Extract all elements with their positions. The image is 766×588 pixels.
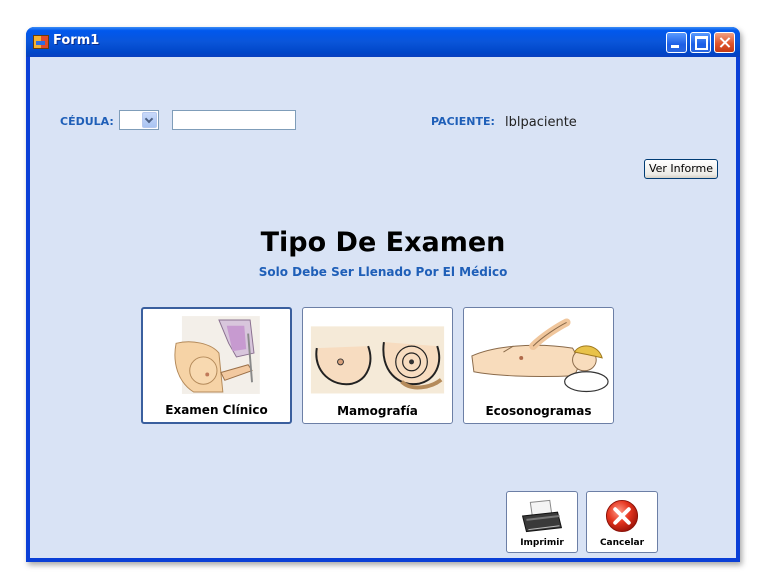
mamografia-button[interactable]: Mamografía <box>302 307 453 424</box>
close-button[interactable] <box>714 32 735 53</box>
cedula-textbox[interactable] <box>172 110 296 130</box>
page-title: Tipo De Examen <box>260 227 506 258</box>
cancel-icon <box>605 499 639 533</box>
examen-clinico-label: Examen Clínico <box>165 403 268 417</box>
page-subtitle: Solo Debe Ser Llenado Por El Médico <box>258 265 508 279</box>
cedula-label: CÉDULA: <box>60 115 114 128</box>
main-window: Form1 CÉDULA: PACIENTE: lblpaciente Ver … <box>26 27 740 562</box>
ver-informe-button[interactable]: Ver Informe <box>644 159 718 179</box>
minimize-button[interactable] <box>666 32 687 53</box>
ecosonogramas-label: Ecosonogramas <box>485 404 592 418</box>
title-bar[interactable]: Form1 <box>26 27 740 57</box>
examen-clinico-button[interactable]: Examen Clínico <box>141 307 292 424</box>
mamografia-label: Mamografía <box>337 404 418 418</box>
paciente-value: lblpaciente <box>505 115 577 130</box>
ecosonogramas-button[interactable]: Ecosonogramas <box>463 307 614 424</box>
ultrasound-icon <box>471 318 609 393</box>
cedula-combobox[interactable] <box>119 110 159 130</box>
print-button[interactable]: Imprimir <box>506 491 578 553</box>
clinical-exam-icon <box>174 316 260 394</box>
paciente-label: PACIENTE: <box>431 115 495 128</box>
printer-icon <box>521 499 563 533</box>
app-icon <box>33 35 49 49</box>
chevron-down-icon[interactable] <box>142 112 157 128</box>
mammography-icon <box>310 326 445 394</box>
maximize-button[interactable] <box>690 32 711 53</box>
cancel-button[interactable]: Cancelar <box>586 491 658 553</box>
window-title: Form1 <box>53 33 100 48</box>
form-client-area: CÉDULA: PACIENTE: lblpaciente Ver Inform… <box>30 57 736 558</box>
print-label: Imprimir <box>520 538 564 548</box>
cancel-label: Cancelar <box>599 538 645 548</box>
